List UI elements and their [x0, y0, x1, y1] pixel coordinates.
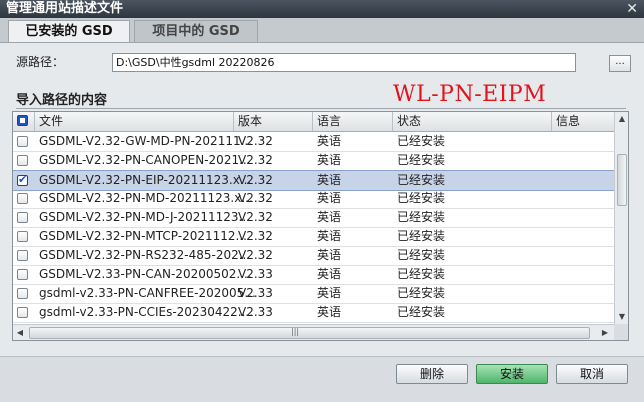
row-checkbox[interactable] [17, 231, 28, 242]
vertical-scroll-thumb[interactable] [617, 154, 627, 206]
table-row[interactable]: GSDML-V2.32-PN-MD-J-20211123... V2.32 英语 已经… [13, 208, 614, 228]
cell-version: V2.32 [238, 173, 273, 187]
close-icon[interactable]: ✕ [626, 0, 638, 18]
cell-status: 已经安装 [397, 153, 446, 167]
table-row[interactable]: GSDML-V2.32-PN-EIP-20211123.x...V2.32 英语 已… [13, 170, 614, 191]
cell-status: 已经安装 [397, 286, 446, 300]
table-row[interactable]: GSDML-V2.32-PN-MD-20211123.x... V2.32 英语 已经… [13, 189, 614, 209]
cell-file: gsdml-v2.33-PN-CCIEs-20230422.... [39, 305, 254, 319]
row-checkbox[interactable] [17, 155, 28, 166]
cell-version: V2.32 [238, 210, 273, 224]
overlay-annotation: WL-PN-EIPM [393, 82, 547, 107]
cell-file: GSDML-V2.32-PN-EIP-20211123.x... [39, 173, 252, 187]
cell-status: 已经安装 [397, 229, 446, 243]
cell-status: 已经安装 [397, 248, 446, 262]
row-checkbox[interactable] [17, 136, 28, 147]
cell-status: 已经安装 [397, 191, 446, 205]
cell-file: GSDML-V2.32-PN-RS232-485-202... [39, 248, 251, 262]
vertical-scrollbar[interactable]: ▲ ▼ [614, 112, 628, 324]
table-row[interactable]: gsdml-v2.33-PN-CANFREE-202005... V2.33 英语 已… [13, 284, 614, 304]
table-row[interactable]: GSDML-V2.32-PN-CANOPEN-2021... V2.32 英语 已经安… [13, 151, 614, 171]
cell-language: 英语 [317, 210, 342, 224]
cell-language: 英语 [317, 153, 342, 167]
cell-file: GSDML-V2.32-GW-MD-PN-202111... [39, 134, 253, 148]
column-header-status[interactable]: 状态 [393, 112, 552, 131]
scroll-right-icon[interactable]: ▶ [598, 325, 612, 340]
tab-project-gsd[interactable]: 项目中的 GSD [134, 20, 258, 42]
cell-version: V2.32 [238, 191, 273, 205]
cell-language: 英语 [317, 173, 342, 187]
table-row[interactable]: GSDML-V2.32-GW-MD-PN-202111... V2.32 英语 已经安… [13, 132, 614, 152]
cell-version: V2.32 [238, 153, 273, 167]
cell-status: 已经安装 [397, 305, 446, 319]
cell-file: gsdml-v2.33-PN-CANFREE-202005... [39, 286, 256, 300]
cell-version: V2.33 [238, 267, 273, 281]
cell-language: 英语 [317, 267, 342, 281]
scroll-up-icon[interactable]: ▲ [615, 112, 628, 126]
row-checkbox[interactable] [17, 173, 28, 186]
cell-status: 已经安装 [397, 134, 446, 148]
scroll-grip-icon: ||| [291, 327, 300, 336]
cell-language: 英语 [317, 305, 342, 319]
cell-language: 英语 [317, 286, 342, 300]
row-checkbox[interactable] [17, 288, 28, 299]
row-checkbox[interactable] [17, 212, 28, 223]
cell-language: 英语 [317, 229, 342, 243]
cell-version: V2.33 [238, 305, 273, 319]
row-checkbox[interactable] [17, 193, 28, 204]
cell-language: 英语 [317, 191, 342, 205]
gsd-file-table: 文件 版本 语言 状态 信息 GSDML-V2.32-GW-MD-PN-2021… [12, 111, 629, 341]
scrollbar-corner [614, 324, 628, 340]
table-row[interactable]: GSDML-V2.32-PN-MTCP-2021112... V2.32 英语 已经安… [13, 227, 614, 247]
scroll-down-icon[interactable]: ▼ [615, 310, 628, 324]
window-title: 管理通用站描述文件 [6, 1, 124, 16]
horizontal-scroll-thumb[interactable] [29, 327, 590, 339]
cell-version: V2.32 [238, 134, 273, 148]
browse-button[interactable]: ... [609, 55, 631, 72]
cell-file: GSDML-V2.32-PN-MD-20211123.x... [39, 191, 253, 205]
cell-file: GSDML-V2.32-PN-CANOPEN-2021... [39, 153, 251, 167]
column-header-version[interactable]: 版本 [234, 112, 313, 131]
cell-status: 已经安装 [397, 210, 446, 224]
cell-file: GSDML-V2.33-PN-CAN-20200502.... [39, 267, 252, 281]
table-header: 文件 版本 语言 状态 信息 [13, 112, 614, 132]
cell-version: V2.32 [238, 229, 273, 243]
source-path-label: 源路径： [16, 55, 65, 69]
cell-language: 英语 [317, 248, 342, 262]
row-checkbox[interactable] [17, 250, 28, 261]
delete-button[interactable]: 删除 [396, 364, 468, 384]
horizontal-scrollbar[interactable]: ◀ ||| ▶ [13, 324, 614, 340]
install-button[interactable]: 安装 [476, 364, 548, 384]
source-path-field[interactable]: D:\GSD\中性gsdml 20220826 [112, 53, 576, 72]
tab-bar: 已安装的 GSD 项目中的 GSD [0, 18, 644, 42]
cell-version: V2.32 [238, 248, 273, 262]
section-title: 导入路径的内容 [16, 93, 108, 108]
gsd-manager-dialog: 管理通用站描述文件 ✕ 已安装的 GSD 项目中的 GSD 源路径： D:\GS… [0, 0, 644, 402]
column-header-info[interactable]: 信息 [552, 112, 614, 131]
cell-status: 已经安装 [397, 173, 446, 187]
section-divider [16, 108, 626, 109]
table-row[interactable]: gsdml-v2.33-PN-CCIEs-20230422.... V2.33 英语… [13, 303, 614, 323]
column-header-language[interactable]: 语言 [313, 112, 393, 131]
cell-language: 英语 [317, 134, 342, 148]
cancel-button[interactable]: 取消 [556, 364, 628, 384]
tab-installed-gsd[interactable]: 已安装的 GSD [8, 20, 130, 42]
cell-file: GSDML-V2.32-PN-MTCP-2021112... [39, 229, 247, 243]
cell-status: 已经安装 [397, 267, 446, 281]
table-row[interactable]: GSDML-V2.32-PN-RS232-485-202... V2.32 英语 已经… [13, 246, 614, 266]
header-checkbox-cell [13, 112, 35, 131]
select-all-checkbox[interactable] [17, 115, 28, 126]
cell-file: GSDML-V2.32-PN-MD-J-20211123... [39, 210, 250, 224]
table-row[interactable]: GSDML-V2.33-PN-CAN-20200502.... V2.33 英语 已经… [13, 265, 614, 285]
scroll-left-icon[interactable]: ◀ [13, 325, 27, 340]
cell-version: V2.33 [238, 286, 273, 300]
row-checkbox[interactable] [17, 269, 28, 280]
column-header-file[interactable]: 文件 [35, 112, 234, 131]
row-checkbox[interactable] [17, 307, 28, 318]
title-bar: 管理通用站描述文件 ✕ [0, 0, 644, 18]
